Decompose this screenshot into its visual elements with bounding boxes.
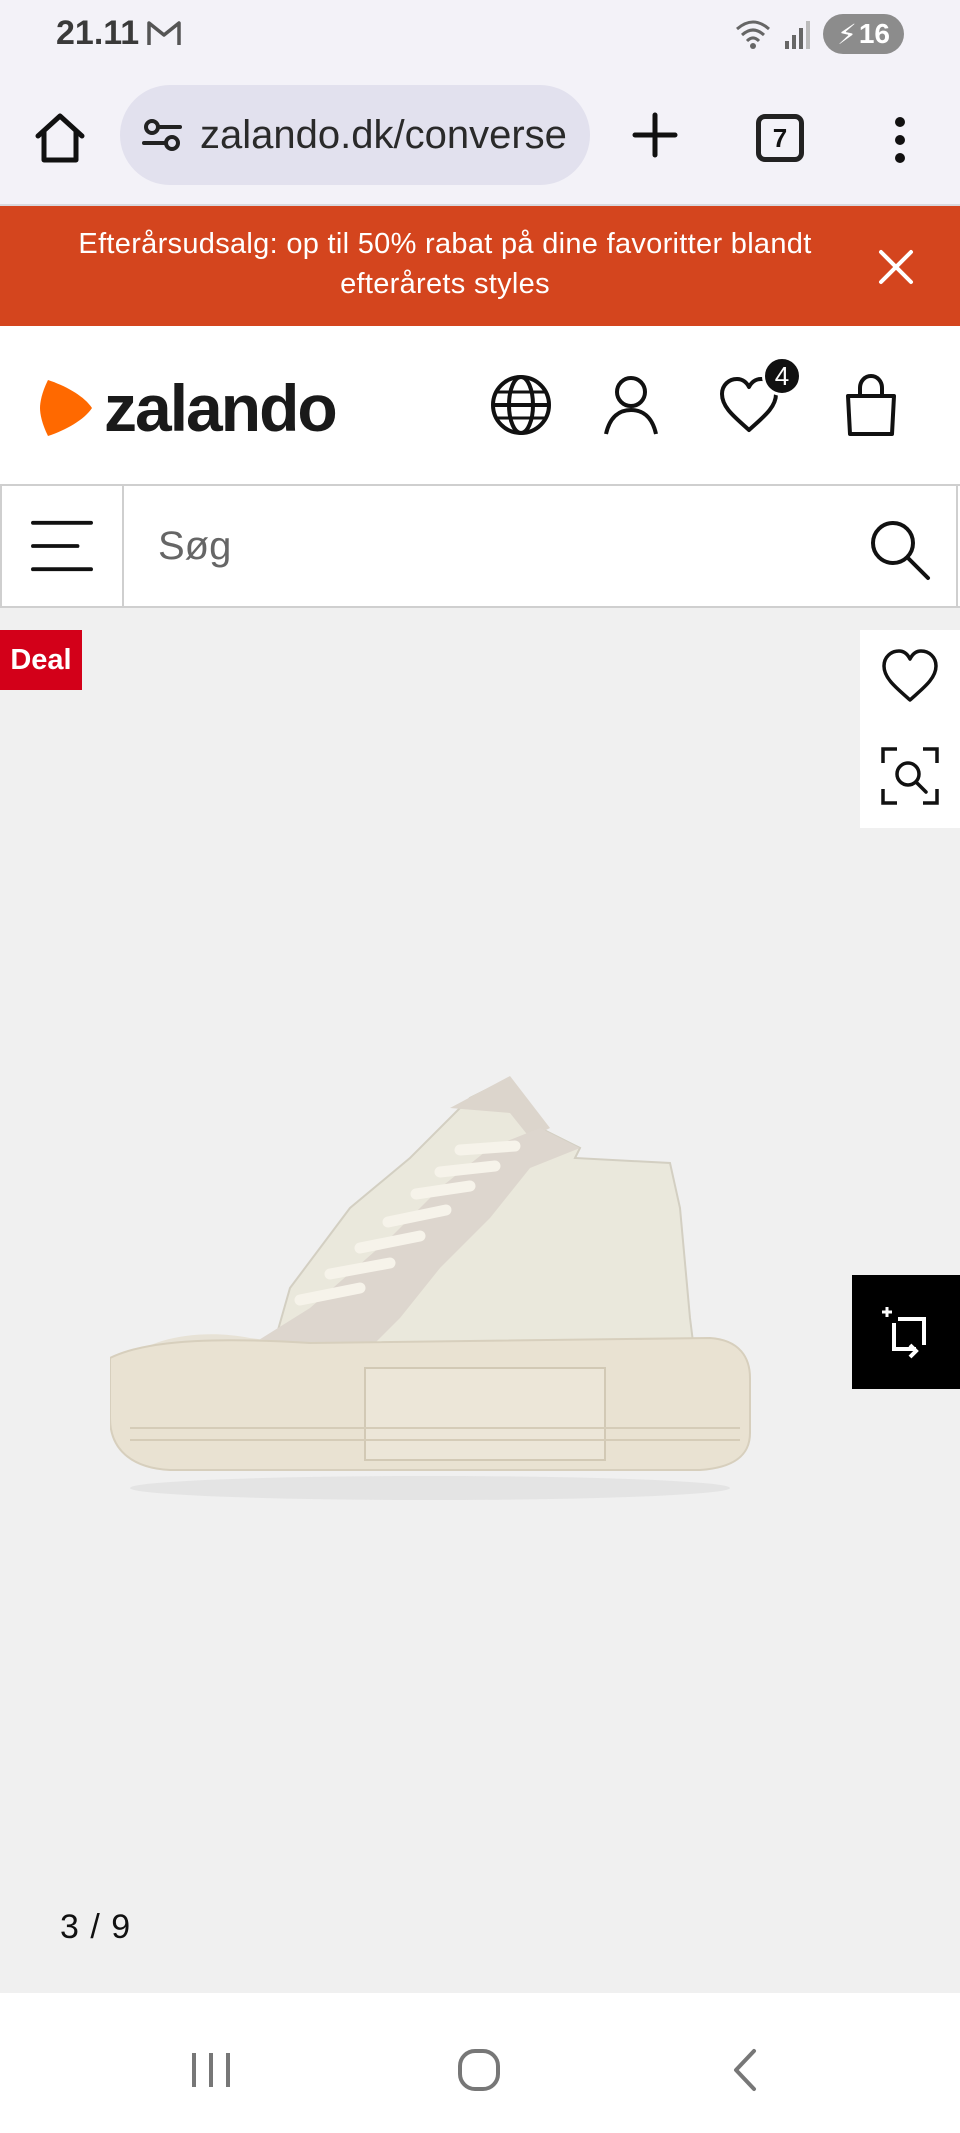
promo-banner[interactable]: Efterårsudsalg: op til 50% rabat på dine… <box>0 206 960 326</box>
shopping-bag-icon[interactable] <box>838 372 904 438</box>
gallery-page-counter: 3 / 9 <box>60 1908 132 1946</box>
product-image[interactable] <box>110 1038 850 1538</box>
battery-charging-icon: ⚡ <box>837 18 857 50</box>
heart-outline-icon[interactable] <box>879 645 941 707</box>
status-indicators: ⚡ 16 <box>733 14 904 54</box>
product-gallery[interactable]: Deal 3 / 9 <box>0 608 960 1993</box>
zalando-logo-mark <box>40 380 92 436</box>
gallery-side-actions <box>860 630 960 828</box>
system-nav-bar <box>0 1993 960 2133</box>
visual-search-icon[interactable] <box>879 745 941 807</box>
site-header: zalando 4 <box>0 326 960 484</box>
logo-text: zalando <box>104 371 338 445</box>
status-time: 21.11 <box>56 14 140 52</box>
search-input[interactable] <box>124 486 958 606</box>
back-icon[interactable] <box>722 2045 772 2095</box>
battery-level: 16 <box>858 18 890 49</box>
url-text[interactable]: zalando.dk/converse <box>200 113 567 158</box>
more-vert-icon[interactable] <box>880 110 920 170</box>
zalando-logo[interactable]: zalando <box>34 371 338 445</box>
status-bar: 21.11 ⚡ 16 <box>0 0 960 70</box>
wishlist-count-badge: 4 <box>762 356 802 396</box>
browser-toolbar: zalando.dk/converse 7 <box>0 70 960 206</box>
home-icon[interactable] <box>30 108 90 168</box>
hamburger-menu-icon[interactable] <box>0 486 124 606</box>
promo-text[interactable]: Efterårsudsalg: op til 50% rabat på dine… <box>40 224 850 304</box>
globe-icon[interactable] <box>488 372 554 438</box>
compare-icon <box>882 1307 926 1359</box>
recents-icon[interactable] <box>186 2045 236 2095</box>
battery-indicator: ⚡ 16 <box>823 14 904 54</box>
close-icon[interactable] <box>875 246 917 288</box>
address-bar[interactable]: zalando.dk/converse <box>120 85 590 185</box>
account-icon[interactable] <box>598 372 664 438</box>
gmail-icon <box>147 21 181 45</box>
tabs-icon[interactable]: 7 <box>756 114 804 162</box>
tab-count: 7 <box>772 122 788 153</box>
home-circle-icon[interactable] <box>454 2045 504 2095</box>
search-icon[interactable] <box>866 516 932 582</box>
site-settings-icon[interactable] <box>140 113 184 157</box>
wifi-icon <box>736 20 771 49</box>
compare-button[interactable] <box>852 1275 960 1389</box>
plus-icon[interactable] <box>625 105 685 165</box>
signal-icon <box>785 21 811 49</box>
deal-badge: Deal <box>0 630 82 690</box>
search-row <box>0 484 960 608</box>
